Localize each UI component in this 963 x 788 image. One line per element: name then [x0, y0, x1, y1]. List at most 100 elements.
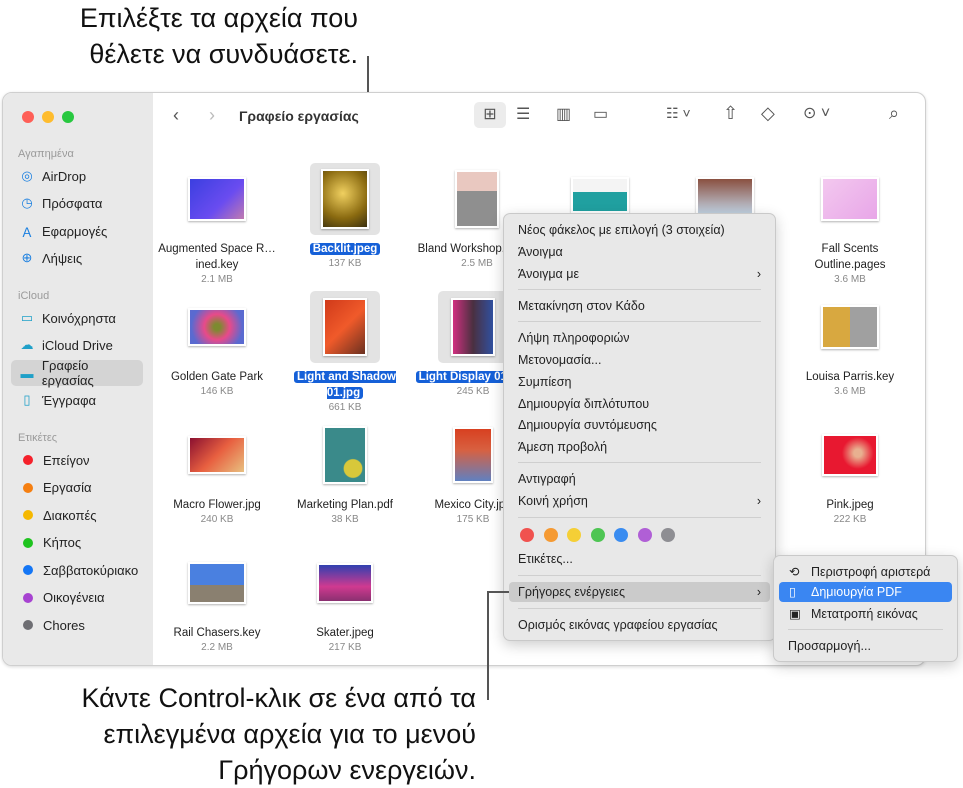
- file-thumbnail: [455, 170, 499, 228]
- menu-item-share[interactable]: Κοινή χρήση ›: [509, 491, 770, 511]
- submenu-rotate-left[interactable]: ⟲ Περιστροφή αριστερά: [779, 562, 952, 582]
- photos-icon: ▣: [789, 607, 801, 621]
- sidebar-tag-item[interactable]: Διακοπές: [11, 502, 143, 528]
- file-name: Macro Flower.jpg: [173, 499, 261, 511]
- file-item[interactable]: Louisa Parris.key 3.6 MB: [785, 289, 915, 398]
- sidebar-tag-item[interactable]: Οικογένεια: [11, 585, 143, 611]
- zoom-button[interactable]: [62, 111, 74, 123]
- sidebar-tag-item[interactable]: Επείγον: [11, 447, 143, 473]
- callout-bottom: Κάντε Control-κλικ σε ένα από τα επιλεγμ…: [0, 680, 476, 788]
- menu-item-copy[interactable]: Αντιγραφή: [509, 469, 770, 489]
- file-item[interactable]: Golden Gate Park 146 KB: [152, 289, 282, 398]
- list-view-button[interactable]: ☰: [516, 104, 530, 124]
- file-item[interactable]: Rail Chasers.key 2.2 MB: [152, 545, 282, 654]
- file-item[interactable]: Pink.jpeg 222 KB: [785, 417, 915, 526]
- share-icon[interactable]: ⇧: [723, 103, 738, 124]
- sidebar-item-documents[interactable]: ▯ Έγγραφα: [11, 387, 143, 413]
- submenu-customize[interactable]: Προσαρμογή...: [779, 636, 952, 656]
- tag-icon[interactable]: ◇: [761, 103, 775, 124]
- tag-color-button[interactable]: [637, 528, 652, 542]
- file-name: Golden Gate Park: [170, 371, 264, 383]
- file-size: 146 KB: [200, 386, 234, 397]
- more-actions-button[interactable]: ⊙ ˅: [803, 103, 830, 123]
- file-thumbnail[interactable]: [571, 177, 629, 213]
- tag-color-button[interactable]: [614, 528, 628, 542]
- sidebar-tag-item[interactable]: Chores: [11, 612, 143, 638]
- sidebar-item-applications[interactable]: Ａ Εφαρμογές: [11, 218, 143, 244]
- file-thumbnail: [188, 308, 246, 346]
- sidebar-tag-item[interactable]: Σαββατοκύριακο: [11, 557, 143, 583]
- desktop-icon: ▬: [20, 365, 34, 381]
- menu-separator: [518, 462, 761, 463]
- menu-item-quick-actions[interactable]: Γρήγορες ενέργειες ›: [509, 582, 770, 602]
- sidebar-item-downloads[interactable]: ⊕ Λήψεις: [11, 245, 143, 271]
- file-name: Rail Chasers.key: [173, 627, 261, 639]
- menu-item-rename[interactable]: Μετονομασία...: [509, 350, 770, 370]
- file-item[interactable]: Macro Flower.jpg 240 KB: [152, 417, 282, 526]
- menu-item-get-info[interactable]: Λήψη πληροφοριών: [509, 328, 770, 348]
- tag-dot-icon: [23, 482, 33, 493]
- file-item[interactable]: Backlit.jpeg 137 KB: [280, 161, 410, 270]
- gallery-view-button[interactable]: ▭: [593, 104, 608, 124]
- tag-color-button[interactable]: [590, 528, 605, 542]
- tag-color-button[interactable]: [567, 528, 581, 542]
- file-item[interactable]: Fall Scents Outline.pages 3.6 MB: [785, 161, 915, 286]
- file-name: Augmented Space R…ined.key: [158, 243, 276, 271]
- document-icon: ▯: [789, 585, 796, 599]
- sidebar-item-airdrop[interactable]: ◎ AirDrop: [11, 163, 143, 189]
- menu-item-set-desktop-picture[interactable]: Ορισμός εικόνας γραφείου εργασίας: [509, 615, 770, 635]
- file-name: Louisa Parris.key: [805, 371, 895, 383]
- menu-item-open[interactable]: Άνοιγμα: [509, 242, 770, 262]
- menu-item-label: Νέος φάκελος με επιλογή (3 στοιχεία): [518, 223, 725, 237]
- file-item[interactable]: Marketing Plan.pdf 38 KB: [280, 417, 410, 526]
- menu-item-duplicate[interactable]: Δημιουργία διπλότυπου: [509, 394, 770, 414]
- file-size: 2.2 MB: [201, 642, 233, 653]
- submenu-create-pdf[interactable]: ▯ Δημιουργία PDF: [779, 582, 952, 602]
- selection-highlight: [438, 291, 508, 363]
- group-button[interactable]: ☷ ˅: [666, 105, 691, 122]
- sidebar-item-label: AirDrop: [42, 168, 87, 184]
- tag-dot-icon: [23, 592, 33, 603]
- section-tags: Ετικέτες: [18, 432, 58, 444]
- menu-item-label: Άνοιγμα με: [518, 267, 580, 281]
- menu-item-tags[interactable]: Ετικέτες...: [509, 549, 770, 569]
- file-item[interactable]: Light and Shadow 01.jpg 661 KB: [280, 289, 410, 414]
- menu-item-compress[interactable]: Συμπίεση: [509, 372, 770, 392]
- sidebar-tag-item[interactable]: Εργασία: [11, 475, 143, 501]
- sidebar-item-desktop[interactable]: ▬ Γραφείο εργασίας: [11, 358, 143, 388]
- sidebar-item-shared[interactable]: ▭ Κοινόχρηστα: [11, 305, 143, 331]
- menu-item-label: Δημιουργία διπλότυπου: [518, 397, 650, 411]
- forward-button[interactable]: ›: [209, 105, 215, 126]
- menu-item-move-to-trash[interactable]: Μετακίνηση στον Κάδο: [509, 296, 770, 316]
- file-thumbnail: [821, 305, 879, 349]
- search-icon[interactable]: ⌕: [889, 103, 899, 124]
- sidebar-tag-item[interactable]: Κήπος: [11, 530, 143, 556]
- menu-item-make-alias[interactable]: Δημιουργία συντόμευσης: [509, 415, 770, 435]
- file-name: Marketing Plan.pdf: [297, 499, 393, 511]
- sidebar-item-recents[interactable]: ◷ Πρόσφατα: [11, 190, 143, 216]
- file-thumbnail[interactable]: [696, 177, 754, 215]
- tag-color-button[interactable]: [661, 528, 675, 542]
- menu-item-quick-look[interactable]: Άμεση προβολή: [509, 437, 770, 457]
- close-button[interactable]: [22, 111, 34, 123]
- cloud-icon: ☁: [20, 337, 34, 352]
- menu-item-new-folder-with-selection[interactable]: Νέος φάκελος με επιλογή (3 στοιχεία): [509, 220, 770, 240]
- tag-color-button[interactable]: [543, 528, 558, 542]
- sidebar-item-label: Γραφείο εργασίας: [41, 358, 94, 388]
- file-thumbnail: [323, 426, 367, 484]
- icon-view-button[interactable]: ⊞: [474, 102, 506, 128]
- menu-item-open-with[interactable]: Άνοιγμα με ›: [509, 264, 770, 284]
- submenu-convert-image[interactable]: ▣ Μετατροπή εικόνας: [779, 604, 952, 624]
- file-size: 3.6 MB: [834, 274, 866, 285]
- file-size: 217 KB: [328, 642, 362, 653]
- back-button[interactable]: ‹: [173, 105, 179, 126]
- menu-separator: [518, 575, 761, 576]
- sidebar-item-label: Σαββατοκύριακο: [43, 562, 139, 578]
- file-item[interactable]: Augmented Space R…ined.key 2.1 MB: [152, 161, 282, 286]
- minimize-button[interactable]: [42, 111, 54, 123]
- tag-color-button[interactable]: [520, 528, 534, 542]
- file-item[interactable]: Skater.jpeg 217 KB: [280, 545, 410, 654]
- file-thumbnail: [188, 177, 246, 221]
- sidebar-item-icloud-drive[interactable]: ☁ iCloud Drive: [11, 332, 143, 358]
- column-view-button[interactable]: ▥: [556, 104, 571, 124]
